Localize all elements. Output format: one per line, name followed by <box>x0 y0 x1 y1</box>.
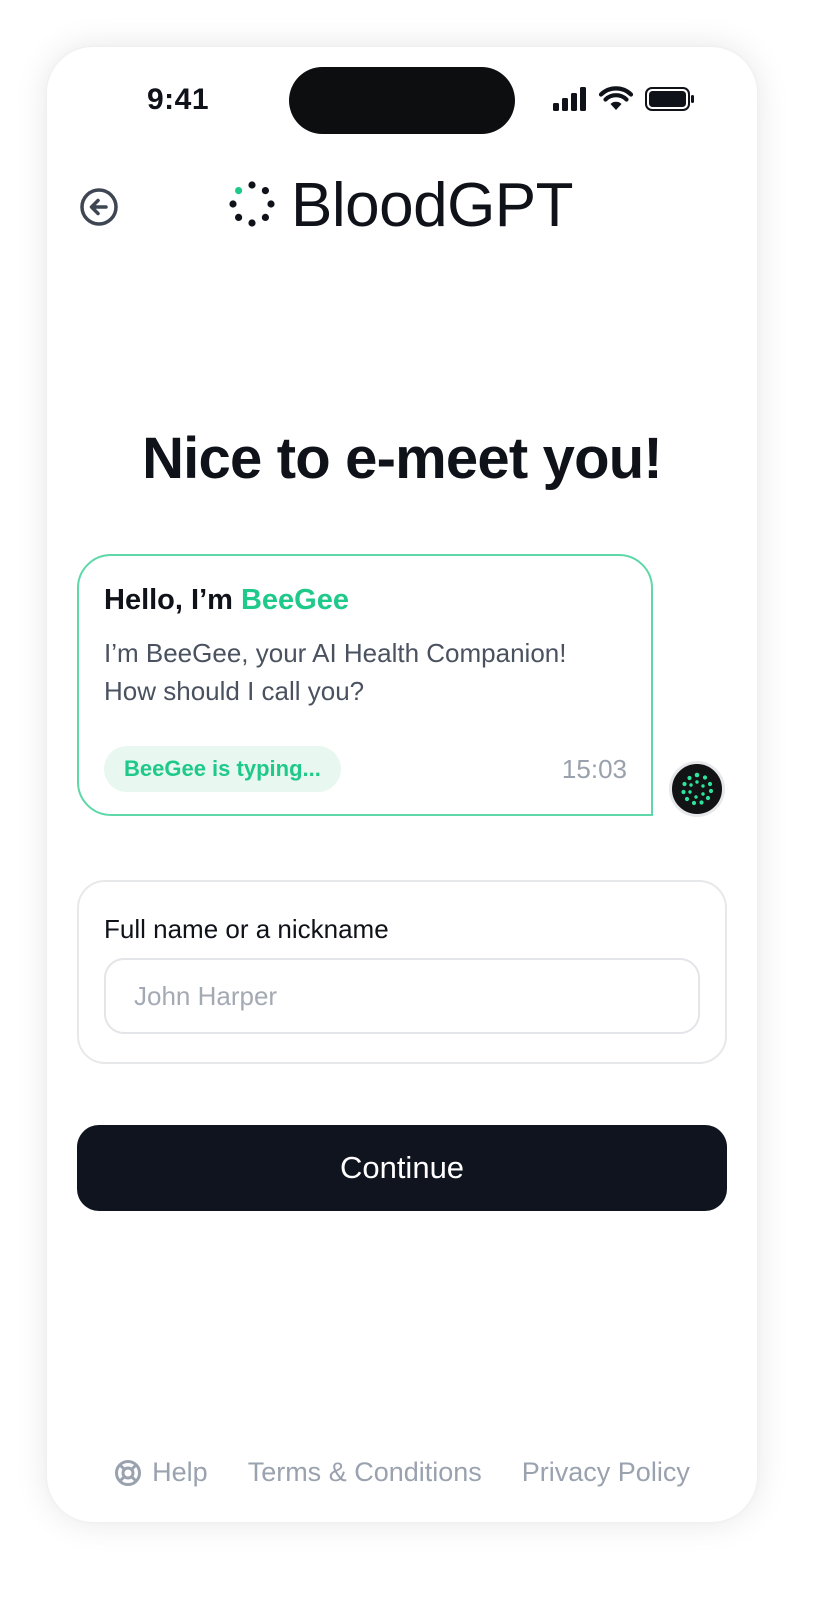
bot-avatar <box>669 761 725 817</box>
page-title: Nice to e-meet you! <box>142 426 663 491</box>
status-icons <box>553 86 695 116</box>
typing-indicator-badge: BeeGee is typing... <box>104 746 341 792</box>
bubble-message: I’m BeeGee, your AI Health Companion! Ho… <box>104 638 567 706</box>
bot-name: BeeGee <box>240 584 349 616</box>
greeting-prefix: Hello, I’m <box>104 584 241 616</box>
bubble-heading: Hello, I’m BeeGee <box>104 584 349 617</box>
brand-name: BloodGPT <box>291 171 574 240</box>
lifebuoy-icon <box>114 1459 142 1487</box>
brand-logo: BloodGPT <box>229 171 574 240</box>
bot-avatar-icon <box>672 764 722 814</box>
name-form-card: Full name or a nickname <box>77 880 727 1064</box>
name-input[interactable] <box>104 958 700 1034</box>
chat-bubble: Hello, I’m BeeGee I’m BeeGee, your AI He… <box>77 554 653 816</box>
status-time: 9:41 <box>147 83 210 116</box>
back-button[interactable] <box>79 187 119 227</box>
continue-button[interactable]: Continue <box>77 1125 727 1211</box>
footer-links: Help Terms & Conditions Privacy Policy <box>47 1457 757 1488</box>
phone-screen: 9:41 BloodGPT Nice to e-meet you! Hello,… <box>47 47 757 1522</box>
message-timestamp: 15:03 <box>561 754 627 784</box>
wifi-icon <box>598 86 634 116</box>
name-field-label: Full name or a nickname <box>104 914 389 944</box>
help-link-label: Help <box>152 1457 208 1487</box>
help-link[interactable]: Help <box>114 1457 208 1488</box>
privacy-link[interactable]: Privacy Policy <box>522 1457 690 1488</box>
dotted-circle-logo-icon <box>229 180 275 232</box>
arrow-left-circle-icon <box>79 188 119 231</box>
terms-link[interactable]: Terms & Conditions <box>248 1457 482 1488</box>
battery-icon <box>645 86 695 116</box>
dynamic-island <box>289 67 515 134</box>
cellular-signal-icon <box>553 86 587 116</box>
